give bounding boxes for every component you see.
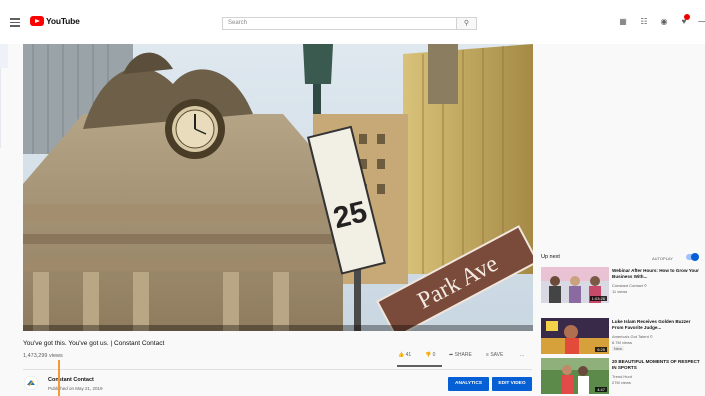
autoplay-label: AUTOPLAY <box>652 256 673 261</box>
channel-name[interactable]: Constant Contact <box>48 377 94 383</box>
dislike-button[interactable]: 👎 0 <box>425 352 435 358</box>
video-progress-bar[interactable] <box>23 325 533 331</box>
youtube-logo[interactable]: YouTube <box>30 16 80 26</box>
messages-icon[interactable]: ◉ <box>658 16 670 28</box>
like-button[interactable]: 👍 41 <box>398 352 411 358</box>
recommended-views: 27M views <box>612 380 631 385</box>
video-duration: 1:03:26 <box>589 296 607 301</box>
recommended-views: 11 views <box>612 289 628 294</box>
thumbs-up-icon: 👍 <box>398 352 405 358</box>
new-badge: New <box>612 346 625 351</box>
account-icon[interactable]: ⁓ <box>696 16 705 28</box>
like-count: 41 <box>405 352 412 358</box>
top-bar: YouTube Search ⚲ ▦ ☷ ◉ ♥ ⁓ <box>0 0 705 44</box>
recommended-video[interactable]: 4:47 20 BEAUTIFUL MOMENTS OF RESPECT IN … <box>541 358 701 394</box>
video-title: You've got this. You've got us. | Consta… <box>23 340 165 347</box>
share-arrow-icon: ➦ <box>449 352 454 358</box>
video-thumbnail[interactable]: 6:25 <box>541 318 609 354</box>
apps-grid-icon[interactable]: ☷ <box>638 16 650 28</box>
annotation-marker <box>58 360 60 396</box>
video-player[interactable]: 25 Park Ave <box>23 44 533 331</box>
share-button[interactable]: ➦ SHARE <box>449 352 472 358</box>
video-duration: 6:25 <box>595 347 607 352</box>
edit-video-button[interactable]: EDIT VIDEO <box>492 377 532 391</box>
logo-text: YouTube <box>46 16 80 26</box>
video-frame: 25 Park Ave <box>23 44 533 331</box>
analytics-button[interactable]: ANALYTICS <box>448 377 489 391</box>
video-thumbnail[interactable]: 4:47 <box>541 358 609 394</box>
like-ratio-bar <box>397 365 442 367</box>
recommended-channel: Trend Hunt <box>612 374 632 379</box>
notifications-icon[interactable]: ♥ <box>678 14 690 28</box>
publish-date: Published on May 21, 2019 <box>48 386 103 391</box>
up-next-heading: Up next <box>541 254 560 260</box>
recommended-video[interactable]: 1:03:26 Webinar After Hours: How to Grow… <box>541 267 701 303</box>
divider <box>23 369 532 370</box>
recommended-title[interactable]: Luke Islam Receives Golden Buzzer From F… <box>612 319 702 330</box>
autoplay-toggle[interactable] <box>686 253 699 261</box>
menu-icon[interactable] <box>10 18 20 27</box>
view-count: 1,473,299 views <box>23 353 63 359</box>
channel-avatar[interactable] <box>24 376 38 390</box>
recommended-channel: America's Got Talent © <box>612 334 653 339</box>
recommended-video[interactable]: 6:25 Luke Islam Receives Golden Buzzer F… <box>541 318 701 354</box>
share-label: SHARE <box>454 352 472 358</box>
save-label: SAVE <box>490 352 504 358</box>
recommended-title[interactable]: 20 BEAUTIFUL MOMENTS OF RESPECT IN SPORT… <box>612 359 702 370</box>
side-panel-edge <box>0 44 8 68</box>
recommended-title[interactable]: Webinar After Hours: How to Grow Your Bu… <box>612 268 702 279</box>
video-thumbnail[interactable]: 1:03:26 <box>541 267 609 303</box>
more-actions-button[interactable]: ... <box>520 352 524 358</box>
search-input[interactable]: Search <box>222 17 457 30</box>
recommended-views: 6.7M views <box>612 340 633 345</box>
notification-badge <box>684 14 690 20</box>
video-duration: 4:47 <box>595 387 607 392</box>
thumbs-down-icon: 👎 <box>425 352 432 358</box>
recommended-channel: Constant Contact © <box>612 283 647 288</box>
side-panel-line <box>0 68 1 148</box>
save-button[interactable]: ≡ SAVE <box>486 352 503 358</box>
search-button[interactable]: ⚲ <box>457 17 477 30</box>
create-video-icon[interactable]: ▦ <box>617 16 629 28</box>
play-logo-icon <box>30 16 44 26</box>
playlist-add-icon: ≡ <box>486 352 489 358</box>
dislike-count: 0 <box>432 352 436 358</box>
search-icon: ⚲ <box>463 20 470 27</box>
